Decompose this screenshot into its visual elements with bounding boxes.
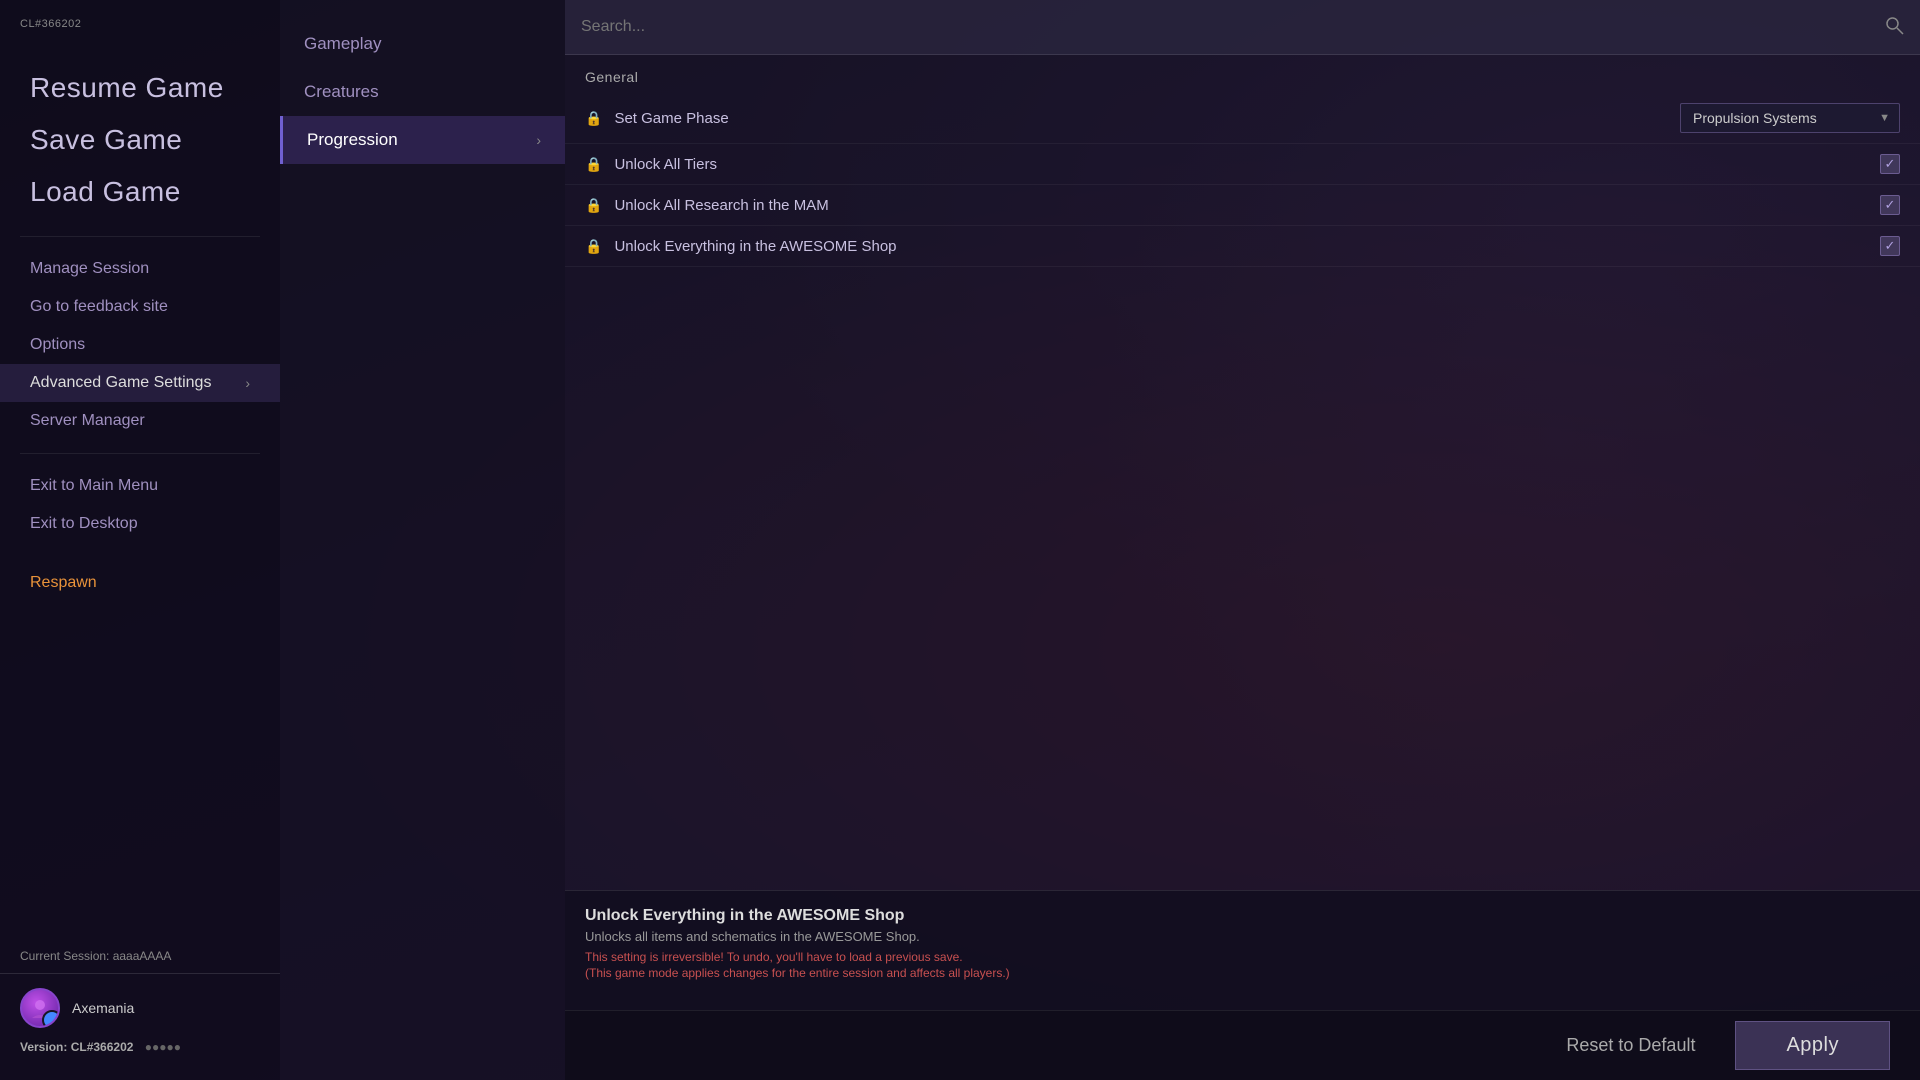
sidebar-tertiary-nav: Exit to Main Menu Exit to Desktop — [0, 462, 280, 548]
setting-label-unlock-research: Unlock All Research in the MAM — [614, 197, 1868, 214]
search-bar — [565, 0, 1920, 55]
sidebar-item-resume-game[interactable]: Resume Game — [0, 62, 280, 114]
reset-to-default-button[interactable]: Reset to Default — [1546, 1025, 1715, 1066]
sidebar: CL#366202 Resume Game Save Game Load Gam… — [0, 0, 280, 1080]
sidebar-item-options[interactable]: Options — [0, 326, 280, 364]
sidebar-divider-2 — [20, 453, 260, 454]
sidebar-item-feedback-site[interactable]: Go to feedback site — [0, 288, 280, 326]
info-panel: Unlock Everything in the AWESOME Shop Un… — [565, 890, 1920, 1010]
sidebar-item-exit-desktop[interactable]: Exit to Desktop — [0, 505, 280, 543]
info-title: Unlock Everything in the AWESOME Shop — [585, 907, 1900, 925]
version-badge: CL#366202 — [0, 10, 280, 42]
session-label: Current Session: aaaaAAAA — [0, 943, 280, 969]
info-warning: This setting is irreversible! To undo, y… — [585, 950, 1900, 964]
checkbox-unlock-tiers[interactable] — [1880, 154, 1900, 174]
lock-icon-unlock-research: 🔒 — [585, 197, 602, 214]
checkbox-unlock-awesome[interactable] — [1880, 236, 1900, 256]
sidebar-item-manage-session[interactable]: Manage Session — [0, 250, 280, 288]
info-description: Unlocks all items and schematics in the … — [585, 929, 1900, 944]
sidebar-item-server-manager[interactable]: Server Manager — [0, 402, 280, 440]
setting-label-unlock-tiers: Unlock All Tiers — [614, 156, 1868, 173]
game-phase-dropdown[interactable]: Onboarding Base Building Expansion Propu… — [1680, 103, 1900, 133]
setting-row-unlock-tiers: 🔒 Unlock All Tiers — [565, 144, 1920, 185]
sidebar-primary-nav: Resume Game Save Game Load Game — [0, 42, 280, 228]
sidebar-bottom: Current Session: aaaaAAAA Axemania Versi… — [0, 933, 280, 1070]
sidebar-divider-1 — [20, 236, 260, 237]
info-note: (This game mode applies changes for the … — [585, 966, 1900, 980]
category-item-progression[interactable]: Progression › — [280, 116, 565, 164]
setting-row-unlock-awesome: 🔒 Unlock Everything in the AWESOME Shop — [565, 226, 1920, 267]
apply-button[interactable]: Apply — [1735, 1021, 1890, 1070]
respawn-section: Respawn — [0, 548, 280, 608]
category-chevron-icon: › — [536, 132, 541, 148]
setting-row-game-phase: 🔒 Set Game Phase Onboarding Base Buildin… — [565, 93, 1920, 144]
sidebar-item-load-game[interactable]: Load Game — [0, 166, 280, 218]
settings-list-area: General 🔒 Set Game Phase Onboarding Base… — [565, 55, 1920, 890]
category-item-creatures[interactable]: Creatures — [280, 68, 565, 116]
settings-section-label: General — [565, 55, 1920, 93]
lock-icon-game-phase: 🔒 — [585, 110, 602, 127]
sidebar-item-advanced-settings[interactable]: Advanced Game Settings › — [0, 364, 280, 402]
sidebar-item-respawn[interactable]: Respawn — [30, 568, 250, 598]
lock-icon-unlock-awesome: 🔒 — [585, 238, 602, 255]
setting-label-game-phase: Set Game Phase — [614, 110, 1668, 127]
session-divider — [0, 973, 280, 974]
chevron-right-icon: › — [245, 375, 250, 391]
action-bar: Reset to Default Apply — [565, 1010, 1920, 1080]
search-input[interactable] — [581, 18, 1872, 36]
avatar-icon — [28, 996, 52, 1020]
version-row: Version: CL#366202 ●●●●● — [0, 1034, 280, 1060]
dropdown-wrapper-game-phase: Onboarding Base Building Expansion Propu… — [1680, 103, 1900, 133]
category-panel: Gameplay Creatures Progression › — [280, 0, 565, 1080]
sidebar-secondary-nav: Manage Session Go to feedback site Optio… — [0, 245, 280, 445]
sidebar-item-save-game[interactable]: Save Game — [0, 114, 280, 166]
sidebar-item-exit-main[interactable]: Exit to Main Menu — [0, 467, 280, 505]
search-icon — [1884, 15, 1904, 40]
player-name: Axemania — [72, 1000, 134, 1016]
checkbox-unlock-research[interactable] — [1880, 195, 1900, 215]
player-row: Axemania — [0, 982, 280, 1034]
setting-label-unlock-awesome: Unlock Everything in the AWESOME Shop — [614, 238, 1868, 255]
setting-row-unlock-research: 🔒 Unlock All Research in the MAM — [565, 185, 1920, 226]
main-content: General 🔒 Set Game Phase Onboarding Base… — [565, 0, 1920, 1080]
player-avatar — [20, 988, 60, 1028]
category-item-gameplay[interactable]: Gameplay — [280, 20, 565, 68]
lock-icon-unlock-tiers: 🔒 — [585, 156, 602, 173]
